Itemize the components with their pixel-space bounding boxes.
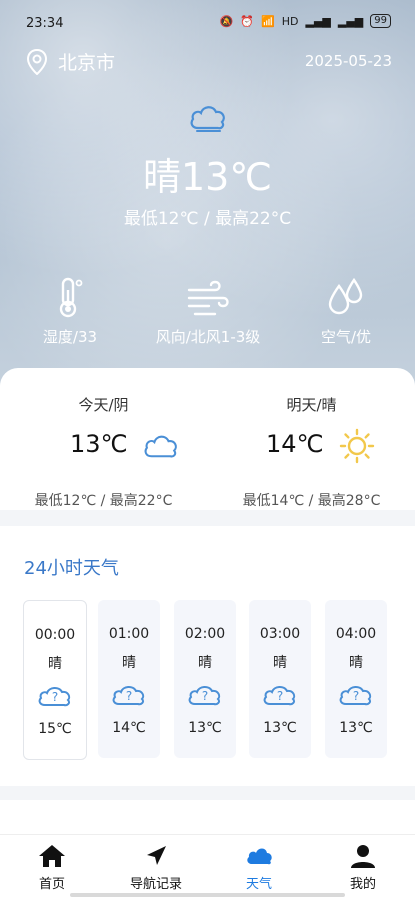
cloud-icon bbox=[247, 848, 272, 865]
svg-text:?: ? bbox=[126, 689, 132, 703]
hour-weather: 晴 bbox=[48, 656, 62, 672]
hour-time: 01:00 bbox=[108, 626, 150, 642]
hour-time: 03:00 bbox=[259, 626, 301, 642]
svg-text:?: ? bbox=[202, 689, 208, 703]
current-weather-temp: 晴13℃ bbox=[142, 155, 273, 199]
hour-weather: 晴 bbox=[198, 655, 212, 671]
wind-label: 风向/北风1-3级 bbox=[155, 328, 261, 346]
hour-time: 04:00 bbox=[335, 626, 377, 642]
status-time: 23:34 bbox=[26, 16, 64, 31]
status-bar: 23:34 🔕 ⏰ 📶 HD ▂▄▆ ▂▄▆ 99 bbox=[0, 0, 415, 46]
nav-navigation-label: 导航记录 bbox=[129, 877, 182, 892]
air-quality-metric: 空气/优 bbox=[276, 276, 415, 347]
hour-card[interactable]: 03:00 晴 ? 13℃ bbox=[249, 600, 311, 758]
tomorrow-temp: 14℃ bbox=[266, 430, 324, 458]
thermometer-icon bbox=[59, 277, 83, 318]
hour-temp: 13℃ bbox=[263, 720, 297, 736]
unknown-weather-icon: ? bbox=[263, 686, 296, 706]
nav-home-label: 首页 bbox=[38, 877, 65, 892]
hour-time: 02:00 bbox=[184, 626, 226, 642]
status-icons: 🔕 ⏰ 📶 HD ▂▄▆ ▂▄▆ 99 bbox=[220, 14, 391, 28]
svg-text:?: ? bbox=[353, 689, 359, 703]
nav-profile[interactable]: 我的 bbox=[311, 843, 415, 892]
user-icon bbox=[351, 845, 375, 868]
nav-home[interactable]: 首页 bbox=[0, 843, 104, 892]
hour-card[interactable]: 02:00 晴 ? 13℃ bbox=[174, 600, 236, 758]
current-date: 2025-05-23 bbox=[304, 52, 392, 70]
tomorrow-range: 最低14℃ / 最高28°C bbox=[242, 493, 381, 509]
cloud-icon bbox=[190, 106, 225, 132]
hour-card[interactable]: 00:00 晴 ? 15℃ bbox=[23, 600, 87, 760]
sun-icon bbox=[339, 428, 375, 464]
tomorrow-forecast[interactable]: 明天/晴 14℃ 最低14℃ / 最高28°C bbox=[208, 394, 415, 509]
today-temp: 13℃ bbox=[70, 430, 128, 458]
hour-time: 00:00 bbox=[34, 627, 76, 643]
hour-temp: 13℃ bbox=[339, 720, 373, 736]
cloud-icon bbox=[144, 435, 177, 458]
hour-temp: 14℃ bbox=[112, 720, 146, 736]
hour-temp: 15℃ bbox=[38, 721, 72, 737]
wind-metric: 风向/北风1-3级 bbox=[138, 276, 278, 347]
nav-weather[interactable]: 天气 bbox=[207, 843, 311, 892]
today-title: 今天/阴 bbox=[78, 396, 129, 414]
unknown-weather-icon: ? bbox=[38, 687, 71, 707]
hourly-title: 24小时天气 bbox=[24, 558, 119, 579]
unknown-weather-icon: ? bbox=[188, 686, 221, 706]
hourly-forecast-section: 24小时天气 00:00 晴 ? 15℃ 01:00 晴 ? 14℃ 02:00… bbox=[0, 526, 415, 786]
hd-text: HD bbox=[281, 14, 299, 28]
nav-weather-label: 天气 bbox=[245, 877, 272, 892]
today-range: 最低12℃ / 最高22°C bbox=[34, 493, 173, 509]
hour-weather: 晴 bbox=[122, 655, 136, 671]
signal-icon-2: ▂▄▆ bbox=[337, 14, 364, 28]
svg-text:?: ? bbox=[277, 689, 283, 703]
water-drops-icon bbox=[328, 277, 363, 315]
city-name: 北京市 bbox=[58, 52, 116, 74]
nav-navigation-history[interactable]: 导航记录 bbox=[104, 843, 208, 892]
signal-icon: ▂▄▆ bbox=[305, 14, 331, 28]
humidity-label: 湿度/33 bbox=[42, 328, 98, 346]
unknown-weather-icon: ? bbox=[339, 686, 372, 706]
bottom-nav: 首页 导航记录 天气 我的 bbox=[0, 834, 415, 901]
home-icon bbox=[39, 845, 65, 867]
navigation-arrow-icon bbox=[147, 846, 166, 865]
nav-profile-label: 我的 bbox=[349, 877, 376, 892]
air-quality-label: 空气/优 bbox=[320, 328, 372, 346]
hour-weather: 晴 bbox=[273, 655, 287, 671]
hour-card[interactable]: 04:00 晴 ? 13℃ bbox=[325, 600, 387, 758]
hour-weather: 晴 bbox=[349, 655, 363, 671]
wifi-icon: 📶 bbox=[261, 14, 275, 28]
daily-summary-card: 今天/阴 13℃ 最低12℃ / 最高22°C 明天/晴 14℃ 最低14℃ /… bbox=[0, 368, 415, 510]
current-temp-range: 最低12℃ / 最高22°C bbox=[123, 209, 292, 229]
home-indicator bbox=[70, 893, 345, 897]
wind-icon bbox=[187, 280, 229, 316]
unknown-weather-icon: ? bbox=[112, 686, 145, 706]
location-selector[interactable]: 北京市 bbox=[26, 48, 115, 75]
alarm-icon: ⏰ bbox=[240, 14, 255, 28]
location-pin-icon bbox=[26, 48, 48, 75]
tomorrow-title: 明天/晴 bbox=[286, 396, 337, 414]
hour-card[interactable]: 01:00 晴 ? 14℃ bbox=[98, 600, 160, 758]
svg-text:?: ? bbox=[52, 690, 58, 704]
today-forecast[interactable]: 今天/阴 13℃ 最低12℃ / 最高22°C bbox=[0, 394, 207, 509]
humidity-metric: 湿度/33 bbox=[0, 276, 140, 347]
hour-temp: 13℃ bbox=[188, 720, 222, 736]
battery-icon: 99 bbox=[370, 14, 391, 28]
bell-icon: 🔕 bbox=[219, 14, 234, 28]
